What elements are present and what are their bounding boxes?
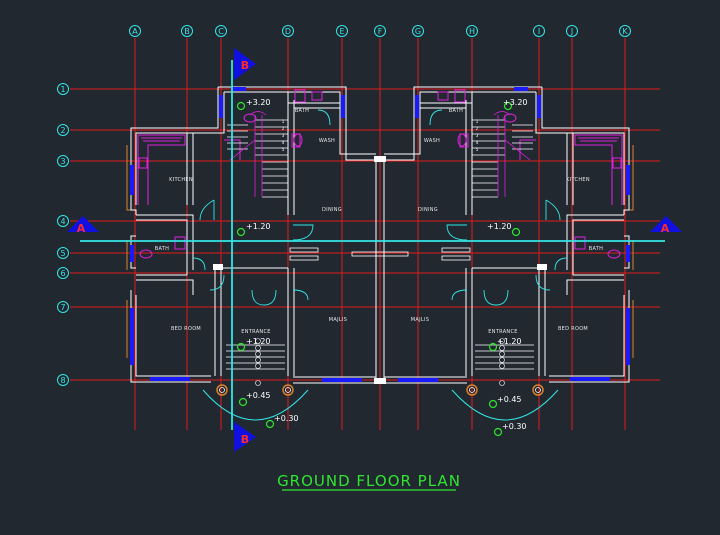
level-entrance-left: +1.20 (246, 337, 271, 346)
grid-col-label-h: H (469, 27, 475, 36)
stair-number: 4 (476, 140, 479, 145)
section-label-b-top: B (241, 59, 249, 72)
room-label-kitchen-left: KITCHEN (169, 177, 193, 183)
section-label-a-right: A (661, 222, 670, 235)
level-roof-right: +3.20 (503, 98, 528, 107)
grid-col-label-i: I (538, 27, 540, 36)
room-label-majlis-right: MAJLIS (411, 317, 429, 323)
level-ground-right: +0.30 (502, 422, 527, 431)
grid-row-label-8: 8 (60, 376, 65, 385)
grid-col-label-b: B (184, 27, 190, 36)
stair-number: 5 (476, 147, 479, 152)
stair-number: 1 (282, 119, 285, 124)
room-label-bath-left-top: BATH (295, 108, 309, 114)
stair-number: 4 (282, 140, 285, 145)
level-step-right: +0.45 (497, 395, 522, 404)
level-step-left: +0.45 (246, 391, 271, 400)
grid-row-label-5: 5 (60, 249, 65, 258)
grid-col-label-d: D (285, 27, 291, 36)
level-entrance-right: +1.20 (497, 337, 522, 346)
level-floor-left: +1.20 (246, 222, 271, 231)
room-label-bedroom-right: BED ROOM (558, 326, 588, 332)
grid-row-label-3: 3 (60, 157, 65, 166)
grid-col-label-f: F (378, 27, 383, 36)
room-label-bath-right-top: BATH (449, 108, 463, 114)
stair-number: 2 (476, 126, 479, 131)
room-label-bath-left: BATH (155, 246, 169, 252)
stair-number: 2 (282, 126, 285, 131)
room-label-kitchen-right: KITCHEN (566, 177, 590, 183)
grid-col-label-e: E (339, 27, 344, 36)
room-label-dining-right: DINING (418, 207, 438, 213)
stair-number: 3 (476, 133, 479, 138)
room-label-wash-right: WASH (424, 138, 440, 144)
grid-row-label-2: 2 (60, 126, 65, 135)
stair-number: 3 (282, 133, 285, 138)
ground-floor-plan: A B C D E F G H I J K 1 2 3 4 5 6 7 8 1 … (0, 0, 720, 535)
section-label-b-bottom: B (241, 433, 249, 446)
level-roof-left: +3.20 (246, 98, 271, 107)
grid-row-label-7: 7 (60, 303, 65, 312)
grid-col-label-a: A (132, 27, 138, 36)
stair-number: 1 (476, 119, 479, 124)
room-label-wash-left: WASH (319, 138, 335, 144)
stair-number: 5 (282, 147, 285, 152)
grid-row-label-4: 4 (60, 217, 65, 226)
room-label-entrance-right: ENTRANCE (488, 329, 517, 335)
grid-col-label-c: C (218, 27, 224, 36)
grid-col-label-k: K (622, 27, 628, 36)
room-label-bedroom-left: BED ROOM (171, 326, 201, 332)
grid-col-label-j: J (570, 27, 573, 36)
grid-row-label-1: 1 (60, 85, 65, 94)
level-floor-right: +1.20 (487, 222, 512, 231)
room-label-majlis-left: MAJLIS (329, 317, 347, 323)
room-label-bath-right: BATH (589, 246, 603, 252)
level-ground-left: +0.30 (274, 414, 299, 423)
grid-col-label-g: G (415, 27, 421, 36)
grid-row-label-6: 6 (60, 269, 65, 278)
drawing-title: GROUND FLOOR PLAN (277, 472, 461, 490)
room-label-dining-left: DINING (322, 207, 342, 213)
section-label-a-left: A (77, 222, 86, 235)
room-label-entrance-left: ENTRANCE (241, 329, 270, 335)
